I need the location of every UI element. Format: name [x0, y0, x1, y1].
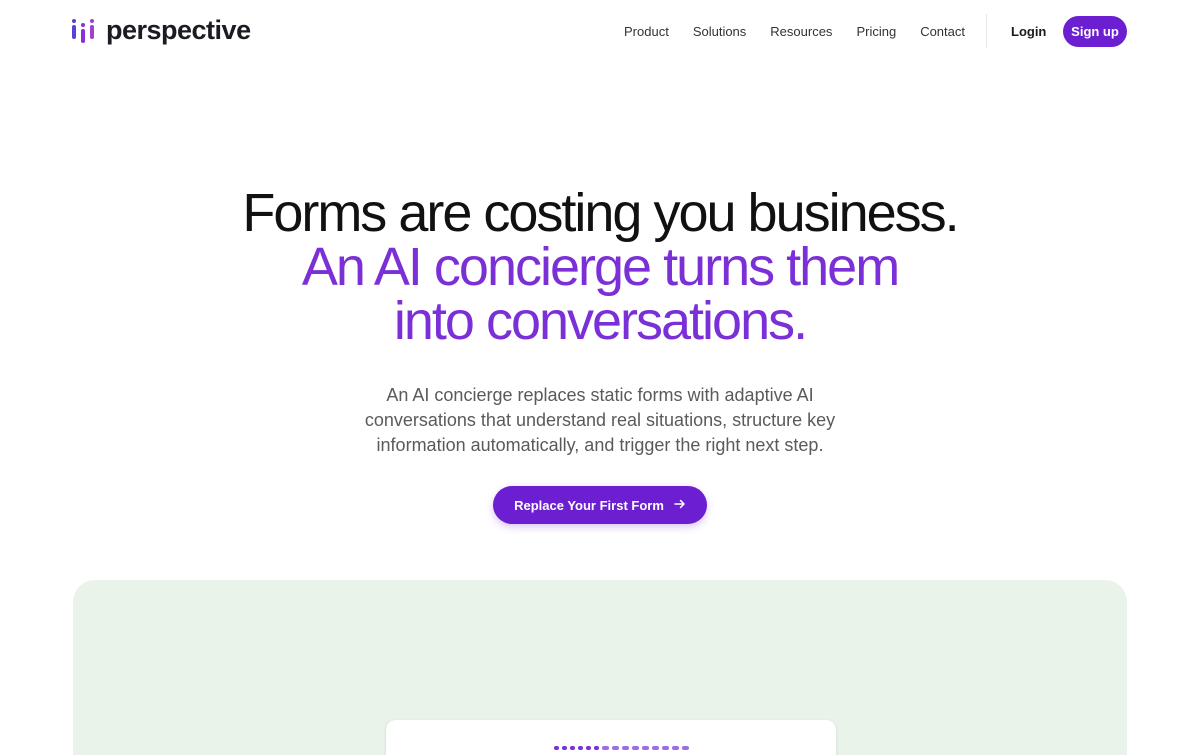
progress-step [672, 746, 679, 750]
site-header: perspective Product Solutions Resources … [0, 0, 1200, 64]
progress-step [562, 746, 567, 750]
progress-step [662, 746, 669, 750]
progress-step [622, 746, 629, 750]
main-nav: Product Solutions Resources Pricing Cont… [624, 23, 965, 41]
hero-title-line2-text: An AI concierge turns them into conversa… [301, 237, 900, 351]
equalizer-bars-icon [72, 17, 96, 43]
progress-step [586, 746, 591, 750]
progress-step [578, 746, 583, 750]
hero-subtitle: An AI concierge replaces static forms wi… [364, 385, 836, 455]
replace-first-form-button[interactable]: Replace Your First Form [493, 486, 707, 524]
progress-step [554, 746, 559, 750]
progress-step [652, 746, 659, 750]
progress-step [682, 746, 689, 750]
progress-step [632, 746, 639, 750]
conversation-card [386, 720, 836, 755]
logo[interactable]: perspective [72, 14, 251, 46]
arrow-right-icon [674, 498, 686, 512]
progress-step [594, 746, 599, 750]
nav-item-resources[interactable]: Resources [770, 23, 832, 41]
logo-wordmark: perspective [106, 15, 251, 45]
demo-panel [73, 580, 1127, 755]
nav-divider [986, 14, 987, 48]
nav-item-solutions[interactable]: Solutions [693, 23, 746, 41]
signup-button[interactable]: Sign up [1063, 16, 1127, 47]
nav-item-contact[interactable]: Contact [920, 23, 965, 41]
nav-item-product[interactable]: Product [624, 23, 669, 41]
hero-title-line2: An AI concierge turns them into conversa… [260, 240, 940, 348]
progress-step [602, 746, 609, 750]
progress-step [642, 746, 649, 750]
hero-title: Forms are costing you business. An AI co… [0, 186, 1200, 348]
cta-label: Replace Your First Form [514, 497, 664, 513]
login-link[interactable]: Login [1011, 23, 1046, 41]
progress-step [612, 746, 619, 750]
conversation-progress [554, 746, 689, 750]
progress-step [570, 746, 575, 750]
hero-title-line1: Forms are costing you business. [242, 183, 959, 243]
nav-item-pricing[interactable]: Pricing [856, 23, 896, 41]
